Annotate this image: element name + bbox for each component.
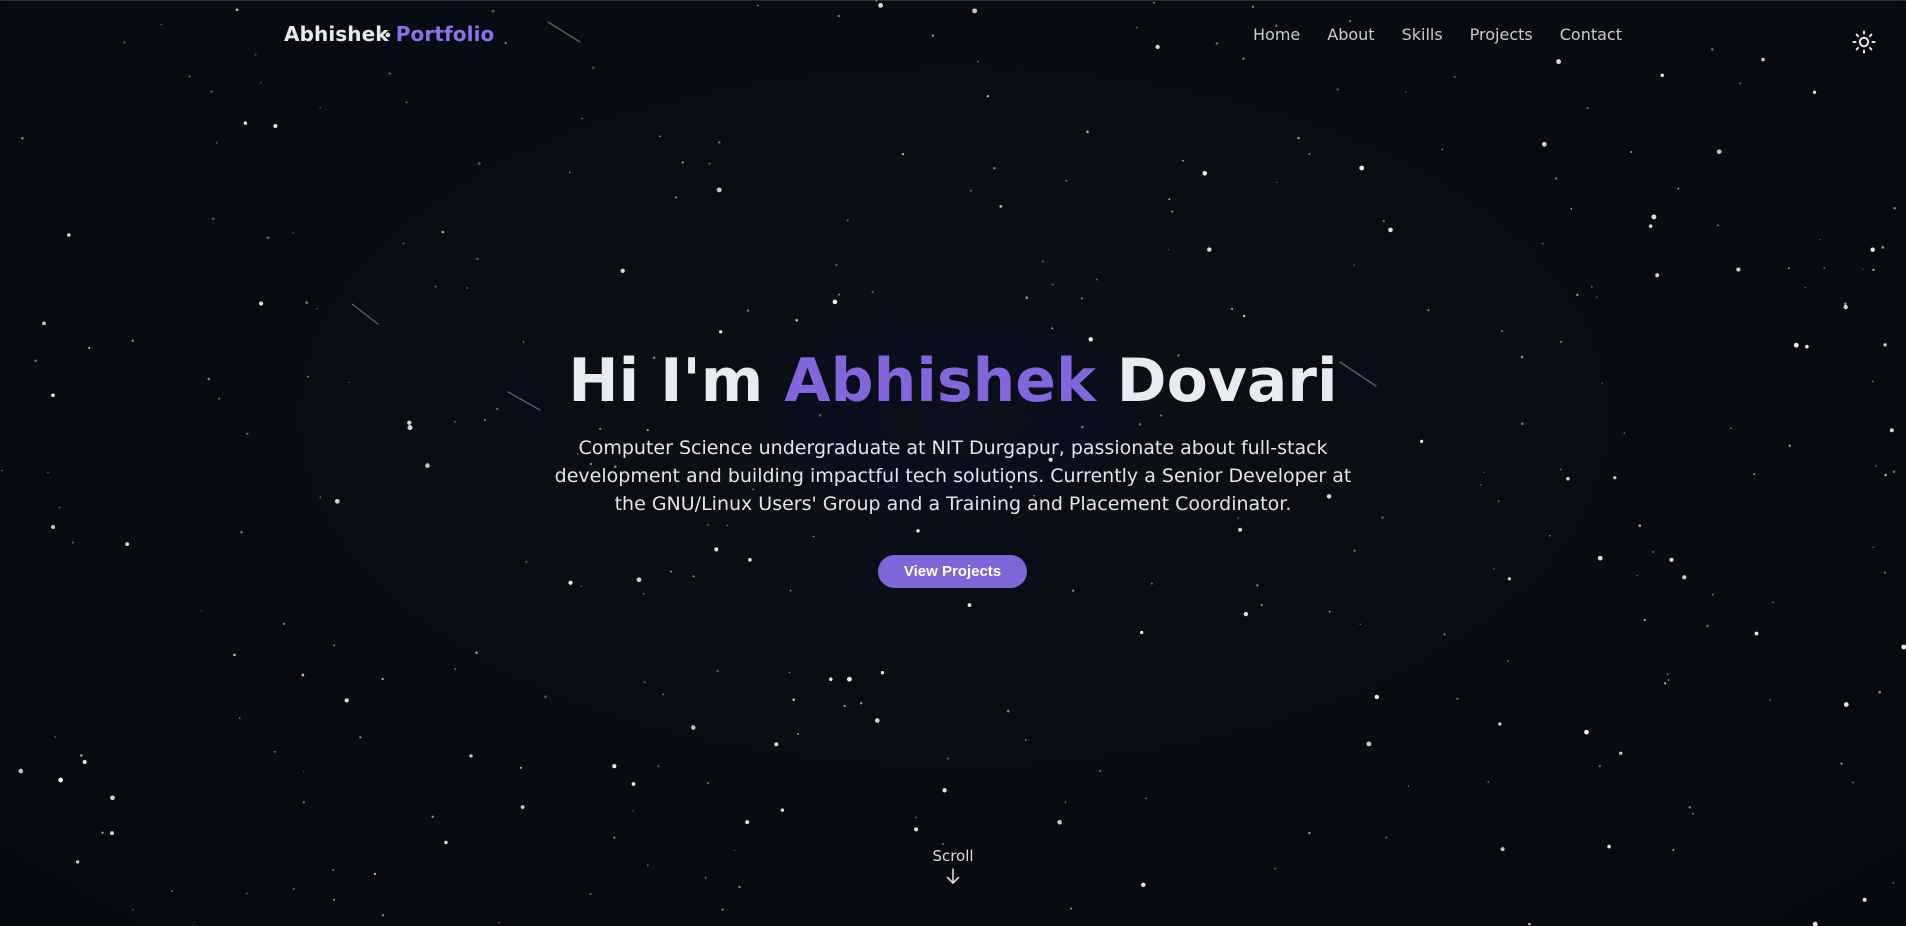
portfolio-page: Abhishek Portfolio Home About Skills Pro… [0, 0, 1906, 926]
hero-section: Hi I'm Abhishek Dovari Computer Science … [0, 0, 1906, 926]
scroll-label: Scroll [932, 847, 974, 865]
scroll-indicator[interactable]: Scroll [903, 847, 1003, 885]
arrow-down-icon [946, 868, 960, 884]
hero-title: Hi I'm Abhishek Dovari [0, 345, 1906, 417]
hero-name-last: Dovari [1116, 346, 1338, 416]
hero-name-first: Abhishek [784, 346, 1096, 416]
hero-greeting: Hi I'm [568, 346, 764, 416]
view-projects-button[interactable]: View Projects [878, 555, 1027, 588]
hero-description: Computer Science undergraduate at NIT Du… [554, 437, 1352, 515]
